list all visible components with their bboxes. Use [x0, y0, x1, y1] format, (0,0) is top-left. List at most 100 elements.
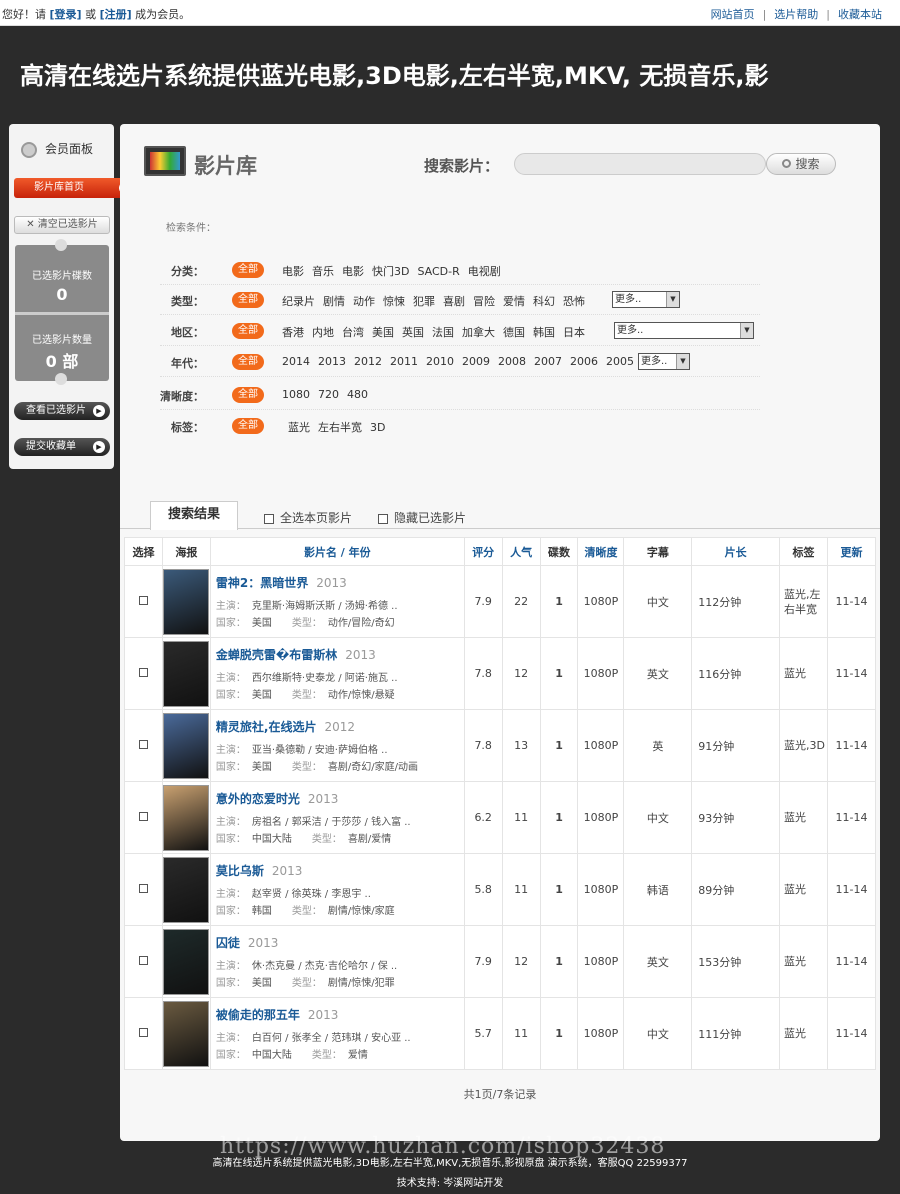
table-row[interactable]: 金蝉脱壳雷�布雷斯林 2013 主演： 西尔维斯特·史泰龙 / 阿诺·施瓦 .. 国家：… — [124, 637, 876, 710]
clear-selected-button[interactable]: ✕ 清空已选影片 — [14, 216, 110, 234]
home-link[interactable]: 网站首页 — [711, 8, 755, 21]
movie-title-link[interactable]: 囚徒 — [216, 936, 240, 950]
table-row[interactable]: 被偷走的那五年 2013 主演： 白百何 / 张孝全 / 范玮琪 / 安心亚 .. 国家… — [124, 997, 876, 1070]
filter-option[interactable]: 剧情 — [323, 295, 345, 308]
filter-option[interactable]: 台湾 — [342, 326, 364, 339]
tab-search-results[interactable]: 搜索结果 — [150, 501, 238, 530]
filter-option[interactable]: 2013 — [318, 355, 346, 368]
movie-title-link[interactable]: 雷神2：黑暗世界 — [216, 576, 308, 590]
movie-poster[interactable] — [163, 640, 210, 707]
hide-selected-checkbox[interactable]: 隐藏已选影片 — [378, 509, 466, 526]
login-link[interactable]: [登录] — [50, 8, 82, 21]
row-checkbox[interactable] — [138, 812, 148, 821]
movie-info-cell: 囚徒 2013 主演： 休·杰克曼 / 杰克·吉伦哈尔 / 保 .. 国家： 美国 类型： 剧… — [209, 925, 465, 998]
filter-option[interactable]: 加拿大 — [462, 326, 495, 339]
filter-option[interactable]: 2012 — [354, 355, 382, 368]
filter-option[interactable]: SACD-R — [417, 265, 459, 278]
year-more-select[interactable]: 更多.. ▼ — [638, 353, 690, 370]
filter-option[interactable]: 快门3D — [372, 265, 409, 278]
filter-all-button[interactable]: 全部 — [232, 354, 264, 370]
filter-option[interactable]: 2010 — [426, 355, 454, 368]
filter-option[interactable]: 480 — [347, 388, 368, 401]
table-row[interactable]: 莫比乌斯 2013 主演： 赵宰贤 / 徐英珠 / 李恩宇 .. 国家： 韩国 类型： 剧情/… — [124, 853, 876, 926]
filter-option[interactable]: 2014 — [282, 355, 310, 368]
column-header[interactable]: 片长 — [691, 537, 781, 566]
table-row[interactable]: 精灵旅社,在线选片 2012 主演： 亚当·桑德勒 / 安迪·萨姆伯格 .. 国家： 美国… — [124, 709, 876, 782]
row-checkbox[interactable] — [138, 596, 148, 605]
filter-option[interactable]: 2009 — [462, 355, 490, 368]
filter-all-button[interactable]: 全部 — [232, 323, 264, 339]
filter-option[interactable]: 美国 — [372, 326, 394, 339]
row-checkbox[interactable] — [138, 884, 148, 893]
row-checkbox[interactable] — [138, 956, 148, 965]
filter-option[interactable]: 法国 — [432, 326, 454, 339]
filter-option[interactable]: 电影 — [282, 265, 304, 278]
filter-option[interactable]: 韩国 — [533, 326, 555, 339]
movie-poster[interactable] — [163, 856, 210, 923]
movie-title-link[interactable]: 被偷走的那五年 — [216, 1008, 300, 1022]
row-checkbox[interactable] — [138, 668, 148, 677]
filter-option[interactable]: 3D — [370, 421, 385, 434]
filter-option[interactable]: 音乐 — [312, 265, 334, 278]
movie-poster[interactable] — [163, 568, 210, 635]
filter-all-button[interactable]: 全部 — [232, 387, 264, 403]
filter-option[interactable]: 冒险 — [473, 295, 495, 308]
submit-favorites-button[interactable]: 提交收藏单 ▶ — [14, 438, 110, 456]
movie-poster[interactable] — [163, 1000, 210, 1067]
column-header[interactable]: 清晰度 — [577, 537, 625, 566]
help-link[interactable]: 选片帮助 — [774, 8, 818, 21]
filter-option[interactable]: 科幻 — [533, 295, 555, 308]
filter-option[interactable]: 1080 — [282, 388, 310, 401]
filter-option[interactable]: 动作 — [353, 295, 375, 308]
filter-option[interactable]: 2011 — [390, 355, 418, 368]
search-button[interactable]: 搜索 — [766, 153, 836, 175]
filter-option[interactable]: 电影 — [342, 265, 364, 278]
filter-option[interactable]: 日本 — [563, 326, 585, 339]
movie-title-link[interactable]: 精灵旅社,在线选片 — [216, 720, 317, 734]
column-header[interactable]: 影片名 / 年份 — [209, 537, 465, 566]
row-checkbox[interactable] — [138, 1028, 148, 1037]
bookmark-link[interactable]: 收藏本站 — [838, 8, 882, 21]
movie-poster[interactable] — [163, 928, 210, 995]
filter-option[interactable]: 内地 — [312, 326, 334, 339]
movie-title-link[interactable]: 莫比乌斯 — [216, 864, 264, 878]
filter-all-button[interactable]: 全部 — [232, 292, 264, 308]
filter-option[interactable]: 2008 — [498, 355, 526, 368]
filter-option[interactable]: 左右半宽 — [318, 421, 362, 434]
filter-option[interactable]: 2005 — [606, 355, 634, 368]
filter-option[interactable]: 2007 — [534, 355, 562, 368]
movie-title-link[interactable]: 意外的恋爱时光 — [216, 792, 300, 806]
filter-option[interactable]: 惊悚 — [383, 295, 405, 308]
table-row[interactable]: 雷神2：黑暗世界 2013 主演： 克里斯·海姆斯沃斯 / 汤姆·希德 .. 国家： 美国… — [124, 565, 876, 638]
register-link[interactable]: [注册] — [100, 8, 132, 21]
filter-option[interactable]: 犯罪 — [413, 295, 435, 308]
filter-option[interactable]: 蓝光 — [288, 421, 310, 434]
view-selected-button[interactable]: 查看已选影片 ▶ — [14, 402, 110, 420]
library-home-button[interactable]: 影片库首页▶ — [14, 178, 136, 198]
filter-option[interactable]: 香港 — [282, 326, 304, 339]
column-header[interactable]: 评分 — [463, 537, 503, 566]
search-input[interactable] — [514, 153, 766, 175]
filter-all-button[interactable]: 全部 — [232, 418, 264, 434]
row-checkbox[interactable] — [138, 740, 148, 749]
filter-option[interactable]: 爱情 — [503, 295, 525, 308]
genre-more-select[interactable]: 更多.. ▼ — [612, 291, 680, 308]
table-row[interactable]: 囚徒 2013 主演： 休·杰克曼 / 杰克·吉伦哈尔 / 保 .. 国家： 美国 类型： 剧… — [124, 925, 876, 998]
column-header[interactable]: 更新 — [827, 537, 876, 566]
filter-option[interactable]: 英国 — [402, 326, 424, 339]
movie-title-link[interactable]: 金蝉脱壳雷�布雷斯林 — [216, 648, 337, 662]
movie-poster[interactable] — [163, 784, 210, 851]
region-more-select[interactable]: 更多.. ▼ — [614, 322, 754, 339]
filter-option[interactable]: 恐怖 — [563, 295, 585, 308]
filter-option[interactable]: 电视剧 — [468, 265, 501, 278]
select-all-checkbox[interactable]: 全选本页影片 — [264, 509, 352, 526]
filter-option[interactable]: 纪录片 — [282, 295, 315, 308]
table-row[interactable]: 意外的恋爱时光 2013 主演： 房祖名 / 郭采洁 / 于莎莎 / 钱入富 .. 国家… — [124, 781, 876, 854]
filter-all-button[interactable]: 全部 — [232, 262, 264, 278]
filter-option[interactable]: 德国 — [503, 326, 525, 339]
movie-poster[interactable] — [163, 712, 210, 779]
filter-option[interactable]: 2006 — [570, 355, 598, 368]
filter-option[interactable]: 720 — [318, 388, 339, 401]
filter-option[interactable]: 喜剧 — [443, 295, 465, 308]
column-header[interactable]: 人气 — [501, 537, 541, 566]
